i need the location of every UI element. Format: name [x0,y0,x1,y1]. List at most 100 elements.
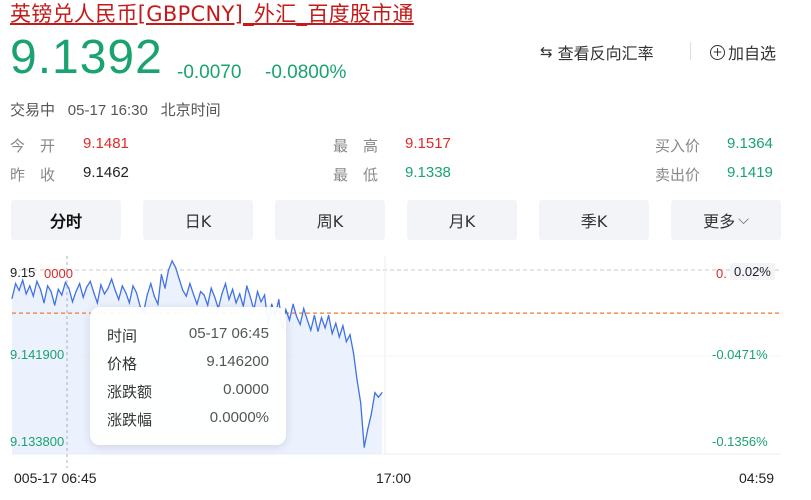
price-point [157,303,159,305]
price-point [345,341,347,343]
y-right-label-top-overlay: 0. [716,266,727,281]
price-point [363,446,365,448]
price-point [377,396,379,398]
tab-weekly-k[interactable]: 周K [275,200,385,240]
high-label: 最 高 [333,137,379,155]
tab-more[interactable]: 更多 ⌵ [671,200,781,240]
price-point [132,285,134,287]
page-title[interactable]: 英镑兑人民币[GBPCNY]_外汇_百度股市通 [10,0,414,28]
price-point [214,296,216,298]
x-label-start: 005-17 06:45 [14,470,97,486]
ask-label: 卖出价 [655,166,701,184]
chart-tooltip: 时间 05-17 06:45 价格 9.146200 涨跌额 0.0000 涨跌幅 0.… [90,307,286,445]
tab-quarterly-k[interactable]: 季K [539,200,649,240]
tooltip-pct-label: 涨跌幅 [107,411,153,429]
price-point [310,329,312,331]
price-point [75,291,77,293]
price-point [54,304,56,306]
price-point [185,295,187,297]
ask-value: 9.1419 [727,164,773,181]
price-point [271,303,273,305]
current-price: 9.1392 [10,31,163,84]
price-point [192,293,194,295]
tab-monthly-k-label: 月K [448,212,476,231]
low-value: 9.1338 [405,164,451,181]
price-point [121,285,123,287]
status-datetime: 05-17 16:30 [67,102,148,119]
price-point [246,285,248,287]
tab-daily-k-label: 日K [184,212,212,231]
price-point [260,301,262,303]
price-point [29,285,31,287]
price-point [150,283,152,285]
price-point [79,283,81,285]
tab-intraday[interactable]: 分时 [11,200,121,240]
tooltip-pct-value: 0.0000% [209,409,269,426]
price-change-percent: -0.0800% [265,62,347,83]
price-point [167,269,170,271]
header-divider [690,42,691,60]
price-point [61,294,63,296]
price-point [235,302,237,304]
price-point [306,319,308,321]
price-point [367,428,369,430]
price-point [15,283,17,285]
tab-weekly-k-label: 周K [316,212,344,231]
chevron-down-icon: ⌵ [738,212,749,228]
bid-label: 买入价 [655,137,701,155]
y-right-label-bottom: -0.1356% [712,434,768,449]
price-point [82,296,84,298]
price-point [278,298,280,301]
price-point [303,308,305,310]
price-point [374,392,376,394]
swap-icon: ⇆ [540,42,553,61]
plus-circle-icon: + [710,44,725,60]
tooltip-time-value: 05-17 06:45 [188,325,269,342]
price-point [200,291,202,293]
high-value: 9.1517 [405,135,451,152]
open-label: 今 开 [10,137,56,155]
tab-monthly-k[interactable]: 月K [407,200,517,240]
market-status: 交易中 05-17 16:30 北京时间 [10,99,221,120]
price-point [352,352,355,354]
price-point [103,293,106,295]
price-point [292,303,294,305]
tooltip-change-value: 0.0000 [223,381,269,398]
price-point [313,314,315,316]
tab-intraday-label: 分时 [49,212,82,231]
price-point [221,293,223,295]
price-point [18,289,20,291]
price-point [296,316,298,318]
add-watchlist-button[interactable]: + 加自选 [710,40,776,64]
price-point [57,288,59,290]
prev-close-label: 昨 收 [10,166,56,184]
price-point [331,333,333,335]
price-point [32,295,34,297]
price-point [210,287,212,289]
price-point [381,392,383,394]
low-label: 最 低 [333,166,379,184]
y-right-label-mid: -0.0471% [712,347,768,362]
reverse-rate-label: 查看反向汇率 [557,44,654,63]
price-point [114,289,116,291]
price-point [207,304,209,306]
price-point [328,314,330,316]
tooltip-pct-row: 涨跌幅 0.0000% [107,409,269,430]
price-point [68,287,70,289]
price-point [256,291,259,293]
add-watchlist-label: 加自选 [728,44,777,63]
price-point [160,273,162,276]
price-point [135,292,138,294]
tooltip-change-row: 涨跌额 0.0000 [107,381,269,402]
x-label-mid: 17:00 [376,470,412,486]
price-point [189,283,191,285]
tab-daily-k[interactable]: 日K [143,200,253,240]
open-value: 9.1481 [83,135,129,152]
reverse-rate-button[interactable]: ⇆ 查看反向汇率 [540,40,654,64]
price-point [93,292,95,294]
price-point [249,296,251,298]
tab-quarterly-k-label: 季K [580,212,608,231]
x-label-end: 04:59 [739,470,775,486]
tooltip-time-label: 时间 [107,327,138,345]
price-point [118,298,120,301]
